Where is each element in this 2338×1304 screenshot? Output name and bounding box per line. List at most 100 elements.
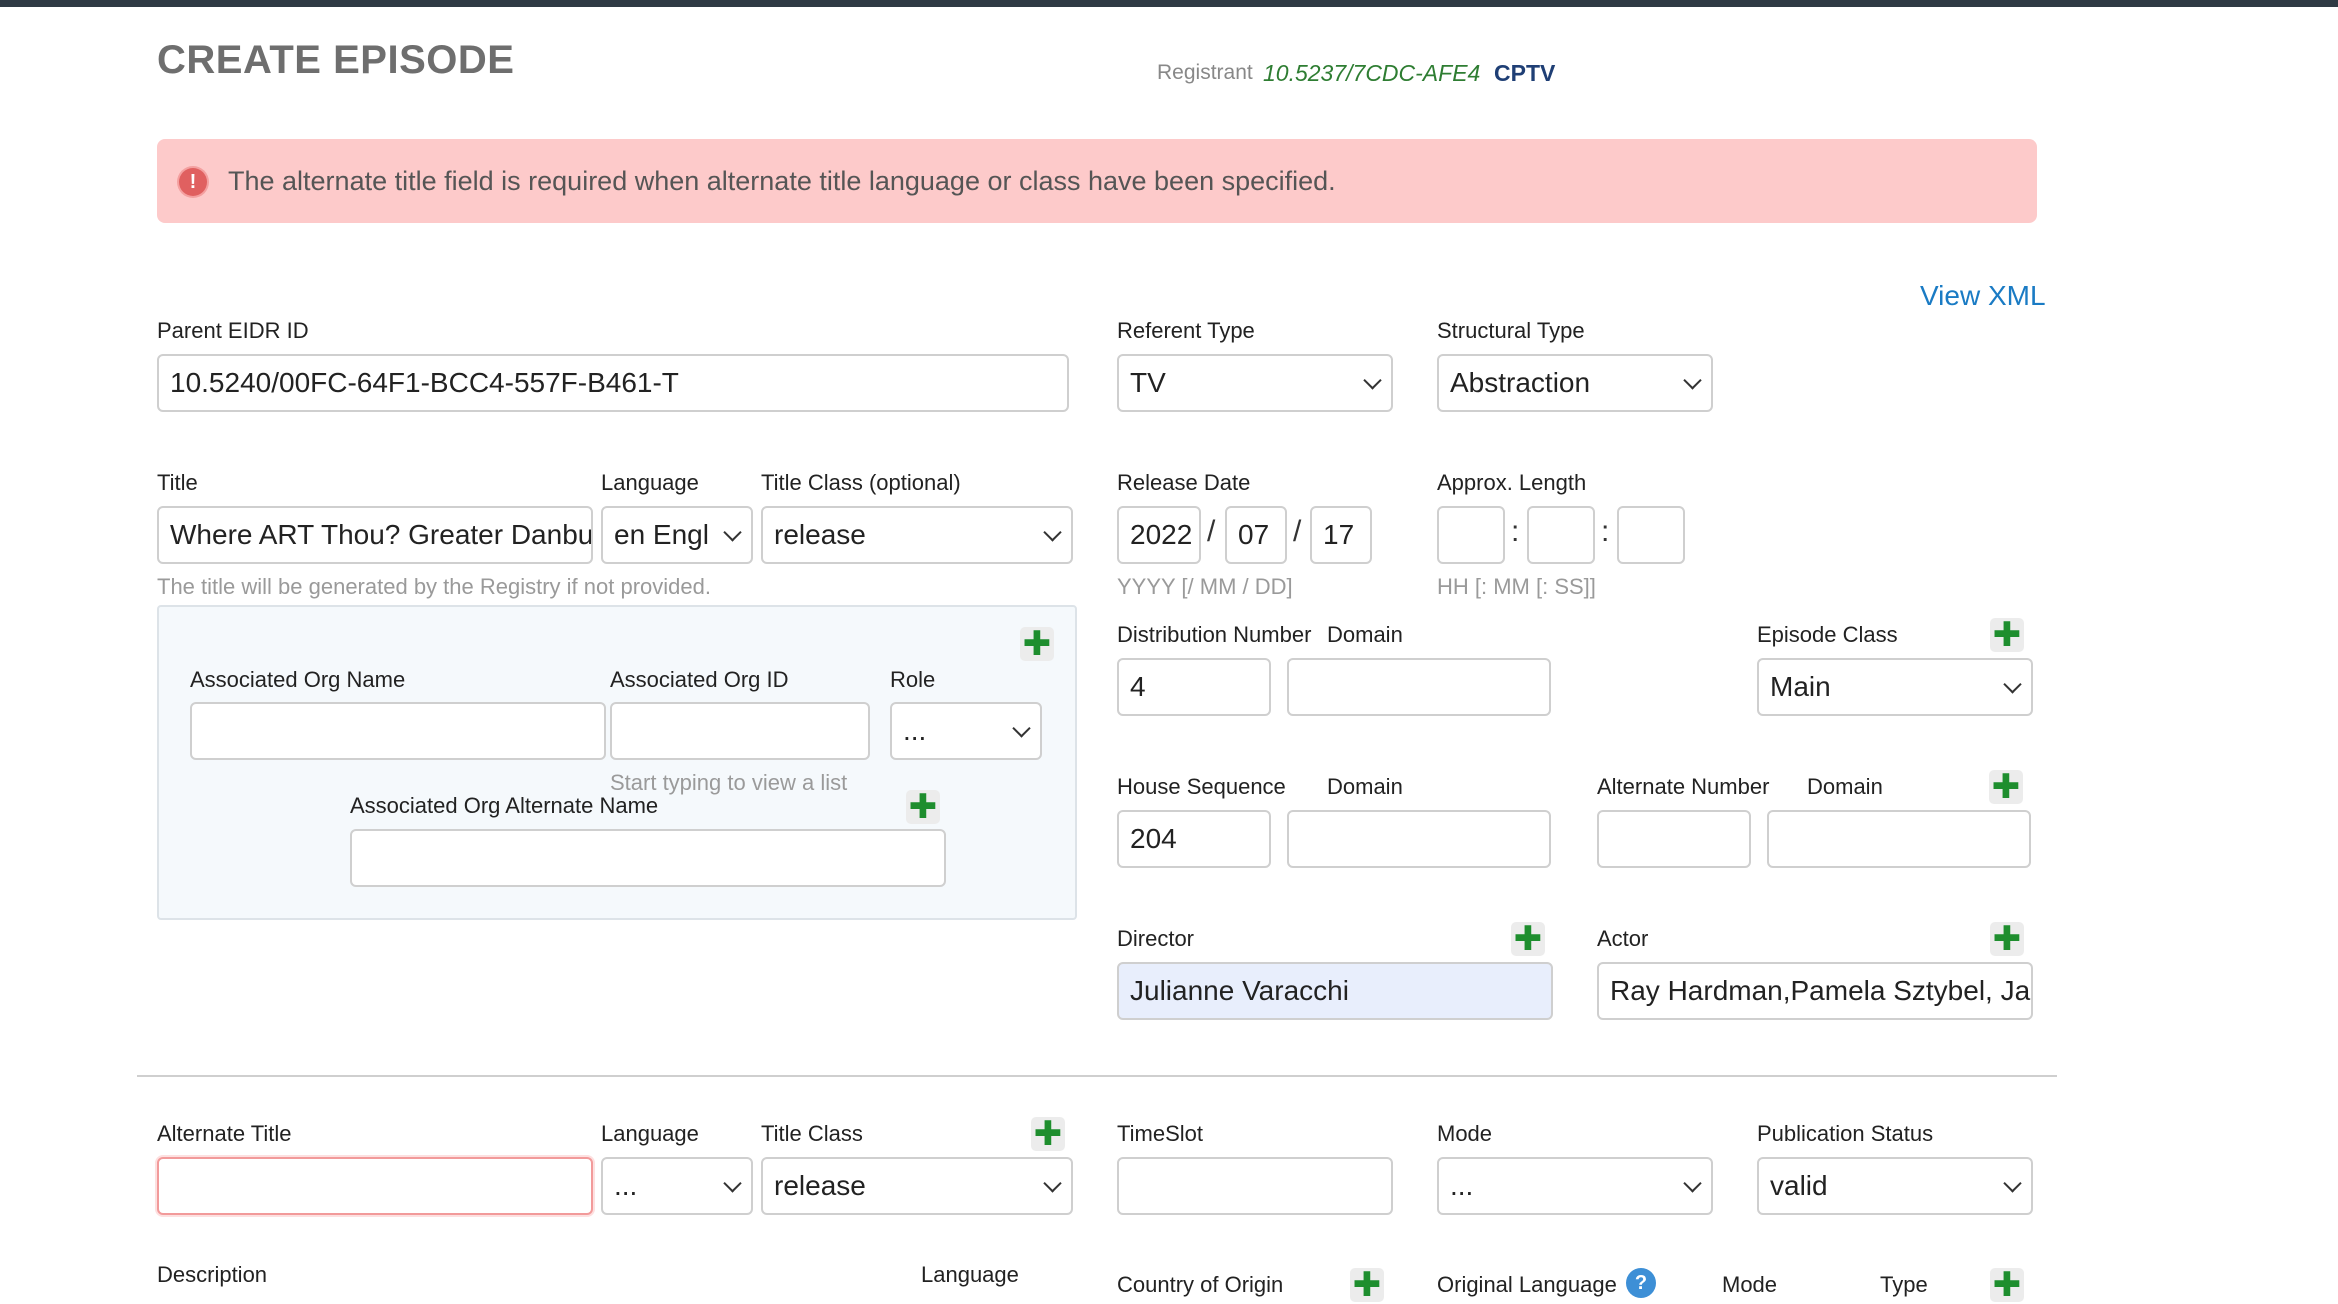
- language-select[interactable]: en Engl: [601, 506, 753, 564]
- role-label: Role: [890, 667, 936, 692]
- add-alternate-title-button[interactable]: ✚: [1031, 1117, 1065, 1151]
- structural-type-label: Structural Type: [1437, 318, 1585, 343]
- title-input[interactable]: Where ART Thou? Greater Danbury: [157, 506, 593, 564]
- distribution-domain-input[interactable]: [1287, 658, 1551, 716]
- chevron-down-icon: [723, 1174, 742, 1193]
- plus-icon: ✚: [1991, 768, 2021, 806]
- help-icon[interactable]: ?: [1626, 1268, 1656, 1298]
- original-language-mode-label: Mode: [1722, 1272, 1778, 1297]
- structural-type-value: Abstraction: [1450, 367, 1591, 398]
- alternate-number-domain-label: Domain: [1807, 774, 1883, 799]
- language-value: en Engl: [614, 519, 709, 550]
- add-country-button[interactable]: ✚: [1350, 1268, 1384, 1302]
- timeslot-label: TimeSlot: [1117, 1121, 1203, 1146]
- house-sequence-label: House Sequence: [1117, 774, 1286, 799]
- referent-type-label: Referent Type: [1117, 318, 1255, 343]
- release-month-input[interactable]: 07: [1225, 506, 1287, 564]
- episode-class-label: Episode Class: [1757, 622, 1898, 647]
- length-minutes-input[interactable]: [1527, 506, 1595, 564]
- release-day-input[interactable]: 17: [1310, 506, 1372, 564]
- add-original-language-button[interactable]: ✚: [1990, 1268, 2024, 1302]
- chevron-down-icon: [723, 523, 742, 542]
- error-alert: ! The alternate title field is required …: [157, 139, 2037, 223]
- alternate-title-input[interactable]: [157, 1157, 593, 1215]
- parent-eidr-label: Parent EIDR ID: [157, 318, 309, 343]
- add-alternate-number-button[interactable]: ✚: [1989, 770, 2023, 804]
- chevron-down-icon: [1683, 1174, 1702, 1193]
- distribution-number-input[interactable]: 4: [1117, 658, 1271, 716]
- alternate-title-label: Alternate Title: [157, 1121, 292, 1146]
- title-class-label: Title Class (optional): [761, 470, 961, 495]
- alt-language-select[interactable]: ...: [601, 1157, 753, 1215]
- view-xml-link[interactable]: View XML: [1920, 280, 2046, 312]
- add-alt-name-button[interactable]: ✚: [906, 790, 940, 824]
- chevron-down-icon: [1043, 523, 1062, 542]
- publication-status-label: Publication Status: [1757, 1121, 1934, 1146]
- plus-icon: ✚: [1992, 920, 2022, 958]
- alt-language-value: ...: [614, 1170, 638, 1201]
- house-sequence-domain-input[interactable]: [1287, 810, 1551, 868]
- actor-input[interactable]: Ray Hardman,Pamela Sztybel, Jack: [1597, 962, 2033, 1020]
- chevron-down-icon: [1363, 371, 1382, 390]
- add-episode-class-button[interactable]: ✚: [1990, 618, 2024, 652]
- time-separator: :: [1511, 515, 1520, 548]
- release-date-label: Release Date: [1117, 470, 1251, 495]
- house-sequence-domain-label: Domain: [1327, 774, 1403, 799]
- error-icon: !: [179, 168, 207, 196]
- referent-type-value: TV: [1130, 367, 1166, 398]
- alt-language-label: Language: [601, 1121, 699, 1146]
- publication-status-select[interactable]: valid: [1757, 1157, 2033, 1215]
- director-input[interactable]: Julianne Varacchi: [1117, 962, 1553, 1020]
- title-class-value: release: [774, 519, 866, 550]
- assoc-org-name-input[interactable]: [190, 702, 606, 760]
- alternate-number-domain-input[interactable]: [1767, 810, 2031, 868]
- country-of-origin-label: Country of Origin: [1117, 1272, 1284, 1297]
- add-associated-org-button[interactable]: ✚: [1020, 627, 1054, 661]
- release-date-hint: YYYY [/ MM / DD]: [1117, 574, 1293, 599]
- episode-class-select[interactable]: Main: [1757, 658, 2033, 716]
- mode-value: ...: [1450, 1170, 1474, 1201]
- registrant-code: CPTV: [1494, 60, 1556, 86]
- length-hours-input[interactable]: [1437, 506, 1505, 564]
- referent-type-select[interactable]: TV: [1117, 354, 1393, 412]
- chevron-down-icon: [2003, 675, 2022, 694]
- publication-status-value: valid: [1770, 1170, 1828, 1201]
- alternate-number-input[interactable]: [1597, 810, 1751, 868]
- assoc-org-alt-name-input[interactable]: [350, 829, 946, 887]
- structural-type-select[interactable]: Abstraction: [1437, 354, 1713, 412]
- length-seconds-input[interactable]: [1617, 506, 1685, 564]
- chevron-down-icon: [1683, 371, 1702, 390]
- add-director-button[interactable]: ✚: [1511, 922, 1545, 956]
- language-label: Language: [601, 470, 699, 495]
- plus-icon: ✚: [1513, 920, 1543, 958]
- chevron-down-icon: [1012, 719, 1031, 738]
- associated-org-panel: ✚ Associated Org Name Associated Org ID …: [157, 605, 1077, 920]
- parent-eidr-input[interactable]: 10.5240/00FC-64F1-BCC4-557F-B461-T: [157, 354, 1069, 412]
- alt-title-class-value: release: [774, 1170, 866, 1201]
- plus-icon: ✚: [1033, 1115, 1063, 1153]
- assoc-org-name-label: Associated Org Name: [190, 667, 406, 692]
- alt-title-class-select[interactable]: release: [761, 1157, 1073, 1215]
- add-actor-button[interactable]: ✚: [1990, 922, 2024, 956]
- date-separator: /: [1293, 515, 1302, 548]
- mode-label: Mode: [1437, 1121, 1493, 1146]
- role-select[interactable]: ...: [890, 702, 1042, 760]
- error-message: The alternate title field is required wh…: [228, 166, 1336, 196]
- plus-icon: ✚: [908, 788, 938, 826]
- plus-icon: ✚: [1992, 616, 2022, 654]
- chevron-down-icon: [1043, 1174, 1062, 1193]
- timeslot-input[interactable]: [1117, 1157, 1393, 1215]
- assoc-org-id-input[interactable]: [610, 702, 870, 760]
- page-title: CREATE EPISODE: [157, 38, 515, 82]
- distribution-number-label: Distribution Number: [1117, 622, 1312, 647]
- section-divider: [137, 1075, 2057, 1077]
- house-sequence-input[interactable]: 204: [1117, 810, 1271, 868]
- chevron-down-icon: [2003, 1174, 2022, 1193]
- release-year-input[interactable]: 2022: [1117, 506, 1201, 564]
- date-separator: /: [1207, 515, 1216, 548]
- alternate-number-label: Alternate Number: [1597, 774, 1770, 799]
- mode-select[interactable]: ...: [1437, 1157, 1713, 1215]
- title-class-select[interactable]: release: [761, 506, 1073, 564]
- approx-length-label: Approx. Length: [1437, 470, 1587, 495]
- alt-title-class-label: Title Class: [761, 1121, 863, 1146]
